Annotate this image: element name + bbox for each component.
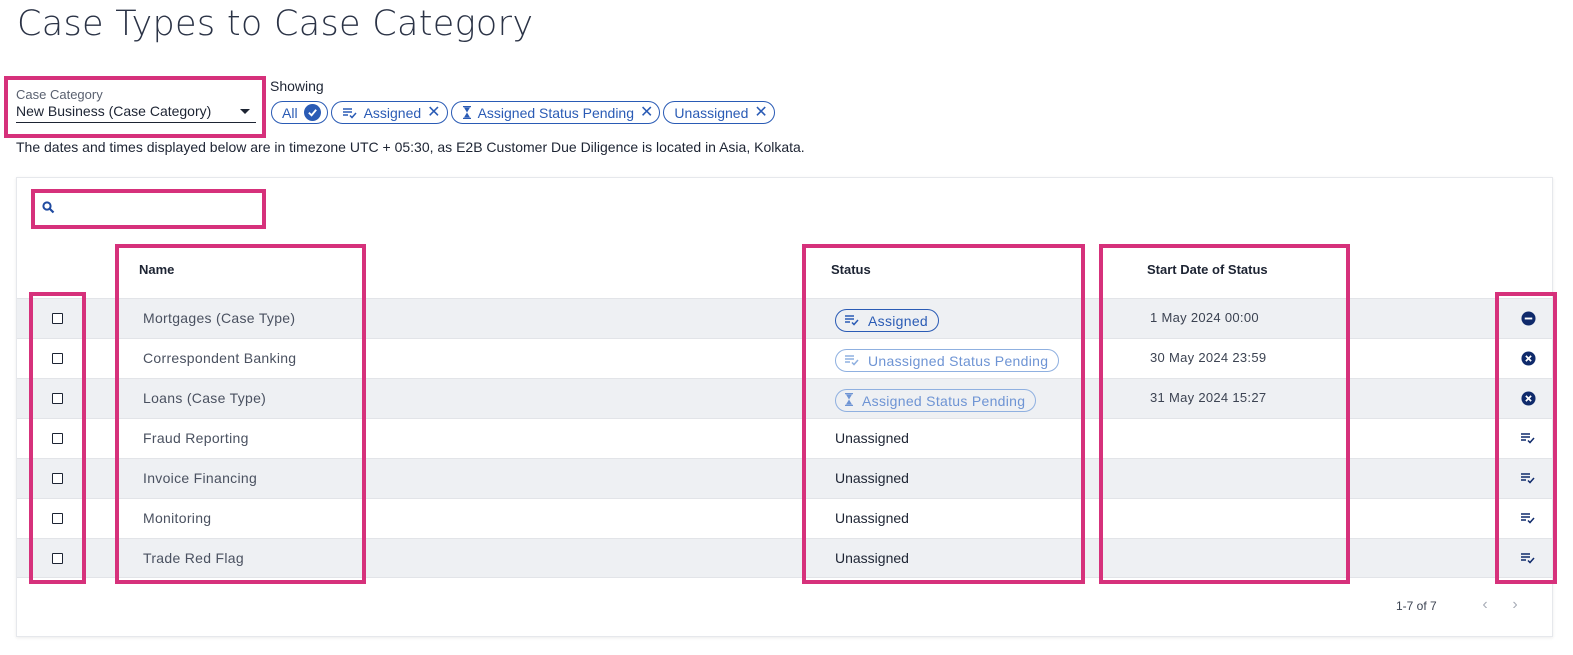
assign-list-icon[interactable] <box>1520 470 1536 486</box>
hourglass-icon <box>844 392 854 409</box>
row-start-date: 1 May 2024 00:00 <box>1150 310 1259 325</box>
assigned-list-icon <box>342 107 358 119</box>
table-row: Trade Red Flag Unassigned <box>17 538 1552 578</box>
row-checkbox[interactable] <box>52 313 63 324</box>
row-checkbox[interactable] <box>52 553 63 564</box>
status-text: Assigned <box>868 312 928 329</box>
close-icon[interactable]: ✕ <box>640 104 653 121</box>
column-header-status[interactable]: Status <box>831 262 871 277</box>
row-name: Invoice Financing <box>143 470 258 486</box>
cancel-circle-icon[interactable] <box>1520 350 1536 366</box>
status-text: Unassigned <box>835 470 909 486</box>
filter-chip-label: Assigned Status Pending <box>477 104 635 121</box>
table-row: Loans (Case Type) Assigned Status Pendin… <box>17 378 1552 418</box>
table-bottom-divider <box>17 577 1552 578</box>
table-row: Correspondent Banking Unassigned Status … <box>17 338 1552 378</box>
row-name: Monitoring <box>143 510 212 526</box>
table-row: Monitoring Unassigned <box>17 498 1552 538</box>
search-icon <box>42 201 55 219</box>
filter-chip-assigned-status-pending[interactable]: Assigned Status Pending ✕ <box>450 101 661 124</box>
filter-chip-all[interactable]: All <box>271 101 328 124</box>
assigned-list-icon <box>844 353 860 369</box>
case-category-label: Case Category <box>16 87 103 102</box>
check-circle-icon <box>303 104 321 121</box>
table-row: Mortgages (Case Type) Assigned 1 May 202… <box>17 298 1552 338</box>
row-start-date: 30 May 2024 23:59 <box>1150 350 1267 365</box>
hourglass-icon <box>462 106 472 119</box>
row-name: Loans (Case Type) <box>143 390 267 406</box>
row-checkbox[interactable] <box>52 353 63 364</box>
status-text: Assigned Status Pending <box>862 392 1026 409</box>
chevron-right-icon[interactable]: › <box>1508 596 1522 613</box>
case-category-value[interactable]: New Business (Case Category) <box>16 102 256 123</box>
column-header-start-date[interactable]: Start Date of Status <box>1147 262 1268 277</box>
assigned-list-icon <box>844 313 860 329</box>
row-checkbox[interactable] <box>52 473 63 484</box>
row-name: Mortgages (Case Type) <box>143 310 296 326</box>
pagination-range: 1-7 of 7 <box>1396 599 1437 613</box>
column-header-name[interactable]: Name <box>139 262 174 277</box>
row-checkbox[interactable] <box>52 513 63 524</box>
row-checkbox[interactable] <box>52 433 63 444</box>
status-text: Unassigned <box>835 510 909 526</box>
cancel-circle-icon[interactable] <box>1520 390 1536 406</box>
search-field[interactable] <box>42 200 257 220</box>
assign-list-icon[interactable] <box>1520 510 1536 526</box>
case-category-select[interactable]: Case Category New Business (Case Categor… <box>16 87 256 123</box>
page-title: Case Types to Case Category <box>17 4 534 44</box>
row-name: Correspondent Banking <box>143 350 297 366</box>
close-icon[interactable]: ✕ <box>427 104 440 121</box>
row-checkbox[interactable] <box>52 393 63 404</box>
row-name: Fraud Reporting <box>143 430 249 446</box>
table-row: Invoice Financing Unassigned <box>17 458 1552 498</box>
table-row: Fraud Reporting Unassigned <box>17 418 1552 458</box>
filter-chip-label: Assigned <box>363 104 422 121</box>
close-icon[interactable]: ✕ <box>754 104 767 121</box>
status-badge: Unassigned Status Pending <box>835 349 1060 372</box>
timezone-note: The dates and times displayed below are … <box>16 139 805 155</box>
row-start-date: 31 May 2024 15:27 <box>1150 390 1267 405</box>
filter-chip-label: All <box>282 104 298 121</box>
chevron-left-icon[interactable]: ‹ <box>1478 596 1492 613</box>
filter-chips: All Assigned ✕ Assigned Status Pending ✕… <box>271 101 775 124</box>
status-text: Unassigned <box>835 550 909 566</box>
status-badge: Assigned <box>835 309 939 332</box>
status-text: Unassigned Status Pending <box>868 352 1049 369</box>
status-badge: Assigned Status Pending <box>835 389 1037 412</box>
assign-list-icon[interactable] <box>1520 430 1536 446</box>
showing-label: Showing <box>270 78 324 94</box>
remove-circle-icon[interactable] <box>1520 310 1536 326</box>
filter-chip-label: Unassigned <box>674 104 749 121</box>
search-input[interactable] <box>61 202 241 218</box>
filter-chip-assigned[interactable]: Assigned ✕ <box>330 101 448 124</box>
chevron-down-icon[interactable] <box>240 109 250 114</box>
case-category-selected: New Business (Case Category) <box>16 103 212 119</box>
assign-list-icon[interactable] <box>1520 550 1536 566</box>
row-name: Trade Red Flag <box>143 550 244 566</box>
status-text: Unassigned <box>835 430 909 446</box>
filter-chip-unassigned[interactable]: Unassigned ✕ <box>663 101 775 124</box>
